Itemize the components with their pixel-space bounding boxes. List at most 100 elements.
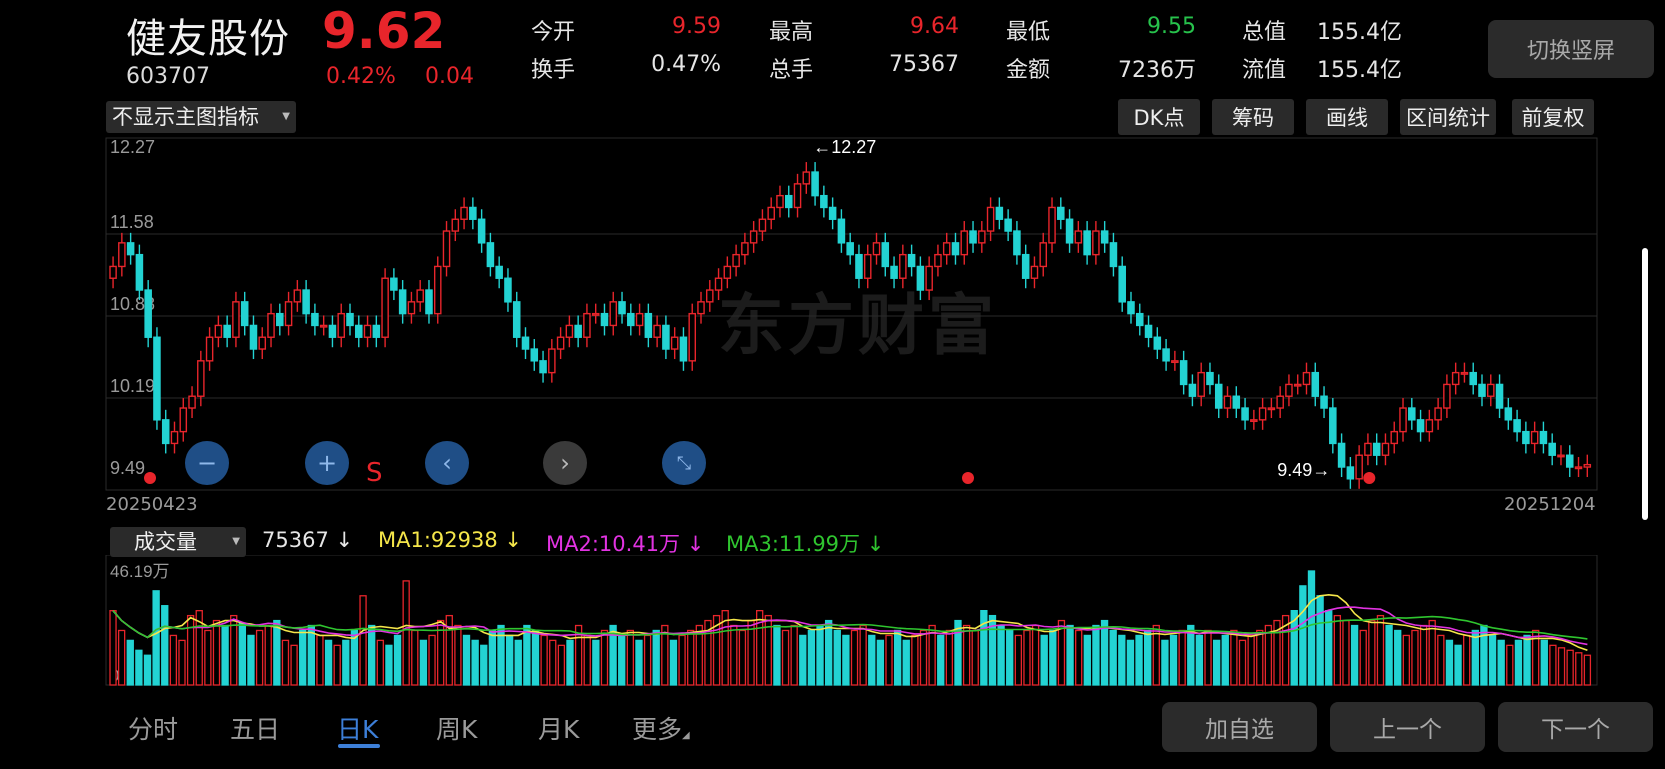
candle bbox=[1451, 371, 1460, 386]
candle bbox=[1083, 230, 1091, 256]
scroll-left-button[interactable]: ‹ bbox=[425, 441, 469, 485]
tab-more[interactable]: 更多◢ bbox=[632, 710, 690, 746]
candle bbox=[240, 301, 249, 327]
volume-bar bbox=[1144, 629, 1152, 686]
candle bbox=[1460, 371, 1469, 375]
kline-chart[interactable]: 12.2711.5810.8810.199.49←12.279.49→ bbox=[0, 130, 1600, 500]
volume-bar bbox=[1359, 629, 1367, 686]
start-date: 20250423 bbox=[106, 494, 198, 515]
candle bbox=[179, 407, 188, 433]
candle bbox=[1504, 407, 1513, 421]
candle bbox=[1276, 395, 1284, 409]
candle bbox=[495, 265, 503, 279]
candle bbox=[600, 312, 609, 327]
candle bbox=[451, 218, 460, 232]
volume-bar bbox=[1299, 585, 1307, 686]
candle bbox=[758, 218, 767, 232]
candle bbox=[153, 336, 161, 421]
volume-bar bbox=[1049, 629, 1057, 686]
volume-bar bbox=[1204, 629, 1212, 686]
add-watchlist-button[interactable]: 加自选 bbox=[1162, 702, 1317, 752]
candle bbox=[1250, 419, 1258, 423]
candle bbox=[1223, 395, 1232, 409]
candle bbox=[1013, 230, 1021, 256]
change-percent: 0.42% bbox=[326, 64, 396, 89]
candle bbox=[1197, 371, 1205, 397]
volume-bar bbox=[1040, 634, 1048, 686]
sell-marker: S bbox=[366, 458, 383, 488]
candle bbox=[1539, 430, 1548, 445]
zoom-out-button[interactable]: − bbox=[185, 441, 229, 485]
volume-bar bbox=[1394, 629, 1402, 686]
chevron-left-icon: ‹ bbox=[442, 449, 452, 477]
volume-bar bbox=[600, 629, 609, 686]
candle bbox=[126, 242, 135, 256]
candle bbox=[1267, 407, 1276, 411]
volume-bar bbox=[773, 624, 781, 686]
volume-bar bbox=[324, 639, 333, 686]
volume-bar bbox=[454, 624, 462, 686]
previous-stock-button[interactable]: 上一个 bbox=[1330, 702, 1485, 752]
volume-bar bbox=[178, 639, 186, 686]
candle bbox=[416, 289, 424, 303]
volume-bar bbox=[1506, 644, 1514, 686]
chart-frame bbox=[105, 137, 1598, 491]
volume-bar bbox=[1419, 624, 1428, 686]
candle bbox=[232, 301, 240, 338]
volume-bar bbox=[919, 629, 928, 686]
candle bbox=[907, 253, 916, 268]
volume-chart[interactable]: 46.19万0 bbox=[0, 555, 1600, 690]
volume-bar bbox=[1057, 619, 1066, 686]
tab-monthly-k[interactable]: 月K bbox=[538, 710, 579, 746]
candle bbox=[1188, 383, 1197, 397]
vertical-scrollbar[interactable] bbox=[1642, 248, 1648, 520]
volume-bar bbox=[549, 639, 557, 686]
volume-bar bbox=[531, 629, 540, 686]
volume-bar bbox=[893, 629, 902, 686]
volume-bar bbox=[255, 629, 264, 686]
volume-bar bbox=[204, 629, 212, 686]
candle bbox=[934, 253, 942, 268]
next-stock-button[interactable]: 下一个 bbox=[1498, 702, 1653, 752]
candle bbox=[609, 301, 618, 327]
volume-bar bbox=[868, 634, 876, 686]
quote-label: 流值 bbox=[1242, 58, 1287, 83]
volume-bar bbox=[997, 624, 1005, 686]
zoom-in-button[interactable]: + bbox=[305, 441, 349, 485]
active-tab-indicator bbox=[338, 744, 380, 748]
main-indicator-select[interactable]: 不显示主图指标 ▼ bbox=[106, 101, 296, 133]
volume-bar bbox=[911, 634, 919, 686]
volume-bar bbox=[135, 649, 143, 686]
chevron-right-icon: › bbox=[560, 449, 570, 477]
tab-intraday[interactable]: 分时 bbox=[128, 710, 178, 746]
candle bbox=[188, 395, 196, 409]
volume-bar bbox=[790, 624, 798, 686]
candle bbox=[565, 324, 574, 338]
volume-bar bbox=[937, 634, 945, 686]
volume-bar bbox=[117, 629, 126, 686]
scroll-right-button[interactable]: › bbox=[543, 441, 587, 485]
switch-portrait-button[interactable]: 切换竖屏 bbox=[1488, 20, 1654, 78]
volume-bar bbox=[807, 629, 816, 686]
tab-daily-k[interactable]: 日K bbox=[337, 710, 378, 746]
volume-bar bbox=[186, 614, 195, 686]
candle bbox=[477, 218, 486, 244]
candle bbox=[372, 324, 381, 338]
collapse-arrows-icon: ⤡ bbox=[676, 452, 692, 474]
tab-weekly-k[interactable]: 周K bbox=[436, 710, 477, 746]
candle bbox=[986, 206, 995, 232]
quote-label: 总值 bbox=[1242, 20, 1287, 45]
quote-label: 换手 bbox=[531, 58, 576, 83]
candle bbox=[311, 312, 319, 327]
candle bbox=[504, 277, 512, 303]
candle bbox=[855, 253, 863, 279]
candle bbox=[407, 301, 416, 315]
candle bbox=[170, 430, 179, 445]
collapse-button[interactable]: ⤡ bbox=[662, 441, 706, 485]
candle bbox=[574, 324, 582, 338]
volume-bar bbox=[281, 639, 290, 686]
candle bbox=[1469, 371, 1477, 386]
volume-indicator-select[interactable]: 成交量 ▼ bbox=[110, 527, 246, 557]
tab-five-day[interactable]: 五日 bbox=[230, 710, 280, 746]
candle bbox=[109, 265, 117, 279]
